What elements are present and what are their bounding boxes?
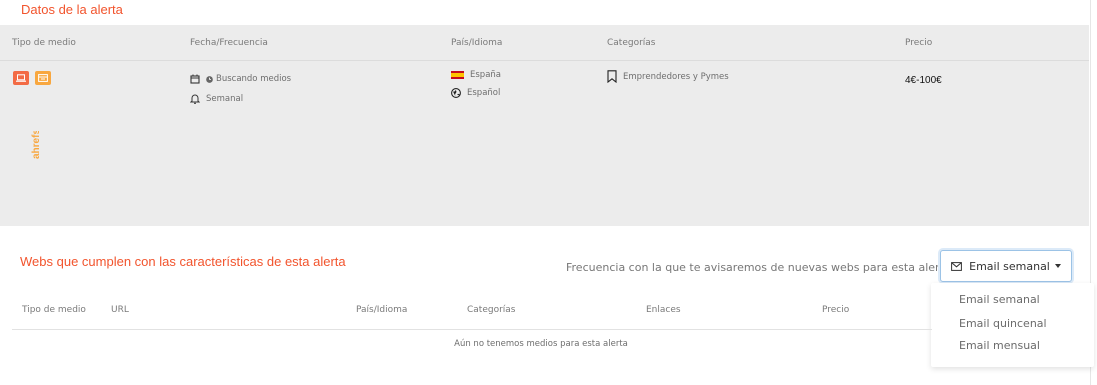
frequency-label: Frecuencia con la que te avisaremos de n…	[566, 261, 955, 274]
alert-language: Español	[451, 88, 500, 98]
column-header-price: Precio	[822, 305, 850, 315]
alert-price: 4€-100€	[905, 75, 942, 86]
menu-item-email-biweekly[interactable]: Email quincenal	[959, 317, 1047, 330]
column-header-categories: Categorías	[467, 305, 516, 315]
alert-table-header: Tipo de medio Fecha/Frecuencia País/Idio…	[0, 25, 1089, 61]
empty-table-message: Aún no tenemos medios para esta alerta	[454, 339, 628, 349]
category-text: Emprendedores y Pymes	[623, 71, 729, 82]
alert-section-title: Datos de la alerta	[21, 2, 123, 17]
spain-flag-icon	[451, 71, 464, 79]
frequency-dropdown-menu: Email semanal Email quincenal Email mens…	[931, 283, 1094, 367]
column-header-categories: Categorías	[607, 38, 656, 48]
svg-text:ahrefs: ahrefs	[31, 131, 42, 159]
country-text: España	[470, 70, 501, 80]
language-text: Español	[467, 88, 501, 98]
column-header-url: URL	[111, 305, 129, 315]
menu-item-email-weekly[interactable]: Email semanal	[959, 293, 1040, 306]
globe-icon	[451, 88, 461, 98]
calendar-icon	[190, 74, 200, 84]
column-header-media-type: Tipo de medio	[12, 38, 76, 48]
column-header-country-language: País/Idioma	[451, 38, 503, 48]
media-type-blog-button[interactable]	[35, 71, 51, 85]
caret-down-icon	[1054, 264, 1061, 268]
frequency-text: Semanal	[206, 93, 244, 104]
table-divider	[12, 329, 932, 330]
column-header-country-language: País/Idioma	[356, 305, 408, 315]
webs-section-title: Webs que cumplen con las características…	[20, 254, 346, 269]
browser-window-icon	[38, 74, 48, 82]
status-text: Buscando medios	[216, 74, 292, 84]
bookmark-icon	[607, 70, 617, 83]
media-type-website-button[interactable]	[13, 71, 29, 85]
alert-details-panel: Tipo de medio Fecha/Frecuencia País/Idio…	[0, 25, 1089, 226]
ahrefs-logo: ahrefs	[29, 129, 43, 161]
laptop-icon	[16, 74, 26, 82]
bell-icon	[190, 93, 200, 104]
column-header-media-type: Tipo de medio	[22, 305, 86, 315]
column-header-price: Precio	[905, 38, 933, 48]
column-header-date-frequency: Fecha/Frecuencia	[190, 38, 268, 48]
alert-frequency: Semanal	[190, 93, 243, 104]
clock-icon	[206, 75, 213, 83]
alert-country: España	[451, 70, 501, 80]
frequency-dropdown-button[interactable]: Email semanal	[940, 250, 1072, 282]
envelope-icon	[951, 261, 963, 271]
alert-status: Buscando medios	[190, 74, 291, 84]
column-header-links: Enlaces	[646, 305, 681, 315]
frequency-dropdown-value: Email semanal	[969, 259, 1050, 273]
alert-category: Emprendedores y Pymes	[607, 70, 729, 83]
